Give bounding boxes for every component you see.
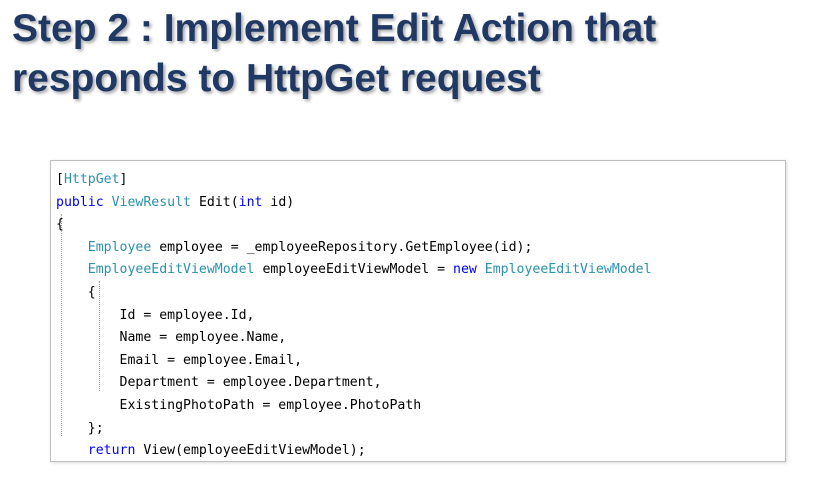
code-text: { [56, 284, 96, 300]
code-text: Name = employee.Name, [56, 330, 287, 346]
code-line: Name = employee.Name, [56, 327, 785, 350]
code-text: id) [262, 194, 295, 210]
code-keyword: return [87, 443, 136, 459]
code-text: { [56, 217, 64, 233]
code-line: Department = employee.Department, [56, 372, 785, 395]
code-text: Edit( [191, 194, 239, 210]
code-line: return View(employeeEditViewModel); [56, 440, 785, 461]
code-text: ExistingPhotoPath = employee.PhotoPath [56, 397, 422, 413]
code-text: ] [119, 172, 128, 187]
code-line: Employee employee = _employeeRepository.… [56, 237, 785, 260]
code-snippet-panel: [HttpGet] public ViewResult Edit(int id){… [50, 160, 786, 462]
code-line: Email = employee.Email, [56, 350, 785, 373]
code-type-name: EmployeeEditViewModel [87, 262, 255, 278]
code-line: EmployeeEditViewModel employeeEditViewMo… [56, 259, 785, 282]
code-line: Id = employee.Id, [56, 305, 785, 328]
slide-title-line-2: responds to HttpGet request [12, 57, 541, 100]
code-keyword: int [238, 194, 263, 210]
slide-title-line-1: Step 2 : Implement Edit Action that [12, 7, 657, 50]
code-line: { [56, 214, 785, 237]
code-type-name: Employee [87, 239, 152, 255]
code-text: employee = _employeeRepository.GetEmploy… [151, 239, 533, 255]
code-text: Id = employee.Id, [56, 307, 255, 323]
code-line: [HttpGet] [56, 169, 785, 192]
code-text: View(employeeEditViewModel); [135, 443, 366, 459]
code-line: public ViewResult Edit(int id) [56, 192, 785, 215]
slide-title: Step 2 : Implement Edit Action that resp… [12, 4, 828, 104]
code-line: ExistingPhotoPath = employee.PhotoPath [56, 395, 785, 418]
code-line: { [56, 282, 785, 305]
code-type-name: HttpGet [63, 172, 120, 187]
code-keyword: new [453, 262, 477, 278]
code-line: }; [56, 418, 785, 441]
code-text: Department = employee.Department, [56, 375, 382, 391]
code-type-name: EmployeeEditViewModel [484, 262, 652, 278]
code-keyword: public [56, 194, 104, 210]
code-type-name: ViewResult [111, 194, 191, 210]
code-text: }; [56, 420, 104, 436]
code-text: [ [56, 172, 64, 187]
code-text: employeeEditViewModel = [254, 262, 453, 278]
code-text: Email = employee.Email, [56, 352, 303, 368]
code-lines: [HttpGet] public ViewResult Edit(int id){… [56, 169, 785, 461]
